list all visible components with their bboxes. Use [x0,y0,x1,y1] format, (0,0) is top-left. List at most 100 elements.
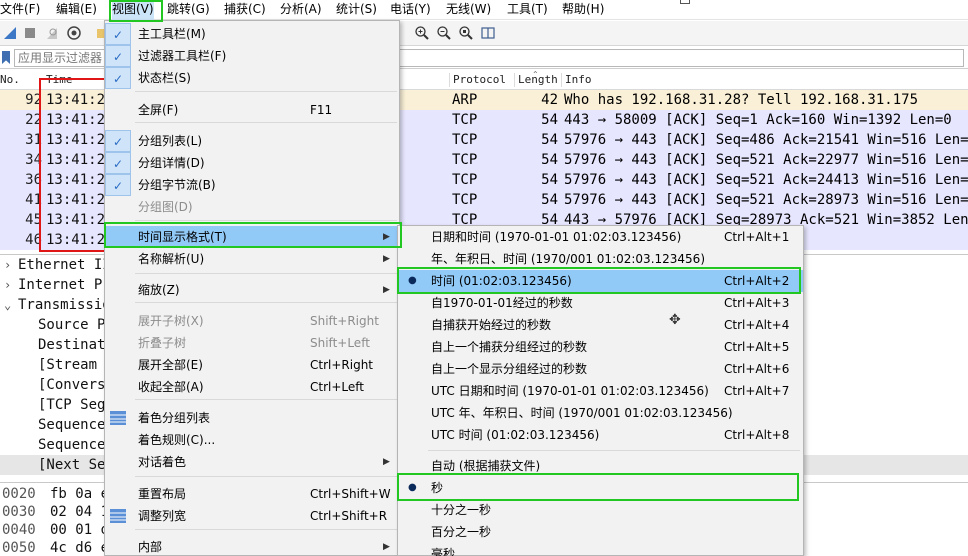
menu-item-label: 重置布局 [138,487,187,501]
time-format-option[interactable]: UTC 时间 (01:02:03.123456) Ctrl+Alt+8 [398,424,803,446]
view-menu-item-time-display-format[interactable]: 时间显示格式(T) ▶ [105,226,399,248]
view-menu-item-status-bar[interactable]: ✓ 状态栏(S) [105,67,399,89]
expand-arrow-icon[interactable]: › [4,255,16,275]
time-format-option[interactable]: 自捕获开始经过的秒数 Ctrl+Alt+4 [398,314,803,336]
view-menu-item-colorize-conversation[interactable]: 对话着色 ▶ [105,451,399,473]
view-menu-item-packet-details[interactable]: ✓ 分组详情(D) [105,152,399,174]
col-protocol-header[interactable]: Protocol [449,73,506,87]
option-label: 十分之一秒 [431,503,492,517]
time-format-option[interactable]: 自1970-01-01经过的秒数 Ctrl+Alt+3 [398,292,803,314]
time-format-option[interactable]: 年、年积日、时间 (1970/001 01:02:03.123456) [398,248,803,270]
view-menu-item-packet-bytes[interactable]: ✓ 分组字节流(B) [105,174,399,196]
window-control-icon[interactable] [680,0,690,4]
time-format-option[interactable]: 自上一个捕获分组经过的秒数 Ctrl+Alt+5 [398,336,803,358]
bookmark-icon[interactable] [2,51,10,64]
checkmark-icon: ✓ [105,45,131,67]
view-menu-item-reset-layout[interactable]: 重置布局 Ctrl+Shift+W [105,483,399,505]
menu-item-shortcut: Ctrl+Left [310,380,364,394]
view-menu-item-packet-list[interactable]: ✓ 分组列表(L) [105,130,399,152]
view-menu-item-resize-columns[interactable]: 调整列宽 Ctrl+Shift+R [105,505,399,527]
col-time-header[interactable]: Time [46,73,73,86]
expand-arrow-icon[interactable]: › [4,275,16,295]
packet-no: 22 [25,112,42,128]
time-format-option[interactable]: UTC 年、年积日、时间 (1970/001 01:02:03.123456) [398,402,803,424]
packet-info: 57976 → 443 [ACK] Seq=486 Ack=21541 Win=… [564,132,968,148]
menu-help[interactable]: 帮助(H) [562,0,604,20]
zoom-in-icon[interactable] [414,25,430,41]
detail-text: Internet Pr [18,277,111,293]
menu-go[interactable]: 跳转(G) [167,0,210,20]
menu-item-label: 状态栏(S) [138,71,191,85]
zoom-reset-icon[interactable] [458,25,474,41]
packet-time: 13:41:2 [46,152,106,168]
time-format-option[interactable]: 十分之一秒 [398,499,803,521]
checkmark-icon: ✓ [105,23,131,45]
packet-info: 57976 → 443 [ACK] Seq=521 Ack=22977 Win=… [564,152,968,168]
menu-item-label: 时间显示格式(T) [138,230,227,244]
menu-item-shortcut: Ctrl+Shift+W [310,487,391,501]
packet-no: 41 [25,192,42,208]
view-menu-item-fullscreen[interactable]: 全屏(F) F11 [105,99,399,121]
option-label: 自动 (根据捕获文件) [431,459,541,473]
resize-columns-icon[interactable] [480,25,496,41]
option-shortcut: Ctrl+Alt+6 [724,362,790,376]
packet-info: 57976 → 443 [ACK] Seq=521 Ack=28973 Win=… [564,192,968,208]
option-label: 毫秒 [431,547,456,556]
option-label: 自捕获开始经过的秒数 [431,318,552,332]
menu-capture[interactable]: 捕获(C) [224,0,266,20]
view-menu-item-zoom[interactable]: 缩放(Z) ▶ [105,279,399,301]
menu-tools[interactable]: 工具(T) [507,0,548,20]
menu-item-label: 分组详情(D) [138,156,205,170]
colorize-icon [109,410,127,426]
zoom-out-icon[interactable] [436,25,452,41]
menu-telephony[interactable]: 电话(Y) [390,0,431,20]
view-menu-item-collapse-all[interactable]: 收起全部(A) Ctrl+Left [105,376,399,398]
menu-item-label: 内部 [138,540,163,554]
view-menu-item-name-resolution[interactable]: 名称解析(U) ▶ [105,248,399,270]
menu-file[interactable]: 文件(F) [0,0,40,20]
time-format-option[interactable]: ● 时间 (01:02:03.123456) Ctrl+Alt+2 [398,270,803,292]
checkmark-icon: ✓ [105,174,131,196]
view-menu-item-colorize-packet-list[interactable]: 着色分组列表 [105,407,399,429]
radio-selected-icon: ● [408,482,417,493]
col-no-header[interactable]: No. [0,73,20,86]
time-format-option[interactable]: 自上一个显示分组经过的秒数 Ctrl+Alt+6 [398,358,803,380]
option-label: 时间 (01:02:03.123456) [431,274,572,288]
view-menu-item-expand-all[interactable]: 展开全部(E) Ctrl+Right [105,354,399,376]
view-menu-item-collapse-subtrees[interactable]: 折叠子树 Shift+Left [105,332,399,354]
time-format-option[interactable]: 毫秒 [398,543,803,556]
detail-text: Source P [38,317,106,333]
menu-wireless[interactable]: 无线(W) [446,0,491,20]
collapse-arrow-icon[interactable]: ⌄ [4,295,16,315]
menu-item-label: 收起全部(A) [138,380,204,394]
option-label: 日期和时间 (1970-01-01 01:02:03.123456) [431,230,682,244]
menu-item-label: 调整列宽 [138,509,187,523]
time-format-option[interactable]: 百分之一秒 [398,521,803,543]
checkmark-icon: ✓ [105,67,131,89]
menu-separator [135,529,397,530]
view-menu-item-main-toolbar[interactable]: ✓ 主工具栏(M) [105,23,399,45]
byte-offset: 0050 [2,540,36,556]
menu-item-label: 名称解析(U) [138,252,205,266]
view-menu-item-expand-subtrees[interactable]: 展开子树(X) Shift+Right [105,310,399,332]
time-format-option[interactable]: ● 秒 [398,477,803,499]
option-shortcut: Ctrl+Alt+1 [724,230,790,244]
shark-fin-start-icon[interactable] [2,25,18,41]
view-menu-item-internals[interactable]: 内部 ▶ [105,536,399,556]
menu-edit[interactable]: 编辑(E) [56,0,97,20]
option-label: 年、年积日、时间 (1970/001 01:02:03.123456) [431,252,705,266]
byte-hex: 00 01 d [50,522,110,538]
menu-view[interactable]: 视图(V) [112,0,154,20]
stop-capture-icon[interactable] [22,25,38,41]
view-menu-item-coloring-rules[interactable]: 着色规则(C)... [105,429,399,451]
capture-options-icon[interactable] [66,25,82,41]
view-menu-item-packet-diagram[interactable]: 分组图(D) [105,196,399,218]
menu-analyze[interactable]: 分析(A) [280,0,322,20]
time-format-option[interactable]: 日期和时间 (1970-01-01 01:02:03.123456) Ctrl+A… [398,226,803,248]
col-info-header[interactable]: Info [561,73,592,87]
time-format-option[interactable]: 自动 (根据捕获文件) [398,455,803,477]
time-format-option[interactable]: UTC 日期和时间 (1970-01-01 01:02:03.123456) Ct… [398,380,803,402]
view-menu-item-filter-toolbar[interactable]: ✓ 过滤器工具栏(F) [105,45,399,67]
menu-statistics[interactable]: 统计(S) [336,0,377,20]
restart-capture-icon[interactable] [44,25,60,41]
